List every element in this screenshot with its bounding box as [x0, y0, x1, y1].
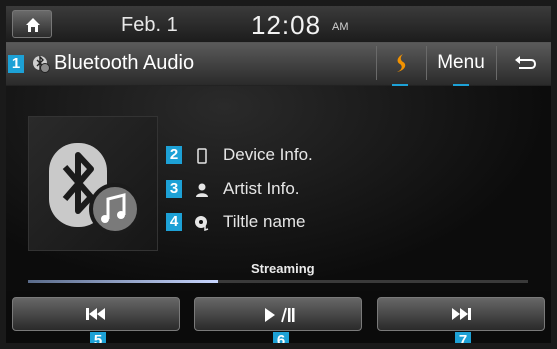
- title-name-label: Tiltle name: [223, 212, 306, 231]
- callout-7: 7: [455, 332, 471, 343]
- progress-bar[interactable]: [28, 280, 528, 283]
- clock-ampm: AM: [332, 21, 349, 33]
- music-note-icon: [195, 216, 209, 231]
- page-title: Bluetooth Audio: [54, 52, 195, 74]
- title-bar: 1 Bluetooth Audio 9 Menu 8: [6, 43, 551, 102]
- playback-controls: 5 6 7: [6, 293, 551, 343]
- play-pause-button[interactable]: [194, 297, 362, 331]
- device-info-label: Device Info.: [223, 145, 313, 164]
- next-track-icon: [452, 308, 471, 320]
- menu-label: Menu: [437, 52, 485, 73]
- bluetooth-audio-icon: [33, 55, 50, 73]
- progress-fill: [28, 280, 218, 283]
- back-button[interactable]: [496, 46, 551, 80]
- bluetooth-music-icon: [49, 143, 141, 235]
- status-bar: Feb. 1 12:08 AM: [6, 6, 551, 43]
- album-art: [28, 116, 158, 251]
- menu-button[interactable]: Menu 8: [426, 46, 495, 102]
- back-arrow-icon: [515, 56, 537, 69]
- callout-3: 3: [166, 180, 182, 198]
- callout-5: 5: [90, 332, 106, 343]
- phone-device-icon: [197, 148, 207, 164]
- callout-4: 4: [166, 213, 182, 231]
- next-track-button[interactable]: [377, 297, 545, 331]
- clock-time: 12:08: [251, 10, 322, 40]
- playback-status: Streaming: [251, 261, 315, 276]
- callout-1: 1: [8, 55, 24, 73]
- artist-info-label: Artist Info.: [223, 179, 300, 198]
- callout-6: 6: [273, 332, 289, 343]
- head-unit-screen: Feb. 1 12:08 AM 1 Bluetooth Audio 9 Menu…: [6, 6, 551, 343]
- play-pause-icon: [265, 307, 295, 323]
- now-playing-panel: 2 Device Info. 3 Artist Info. 4 Tiltle n…: [6, 86, 551, 291]
- home-icon: [26, 18, 40, 32]
- previous-track-button[interactable]: [12, 297, 180, 331]
- previous-track-icon: [86, 308, 105, 320]
- siri-icon: [397, 54, 406, 72]
- callout-2: 2: [166, 146, 182, 164]
- siri-voice-button[interactable]: 9: [376, 46, 425, 102]
- person-icon: [196, 183, 208, 197]
- date-display: Feb. 1: [121, 14, 178, 36]
- home-button[interactable]: [12, 10, 52, 38]
